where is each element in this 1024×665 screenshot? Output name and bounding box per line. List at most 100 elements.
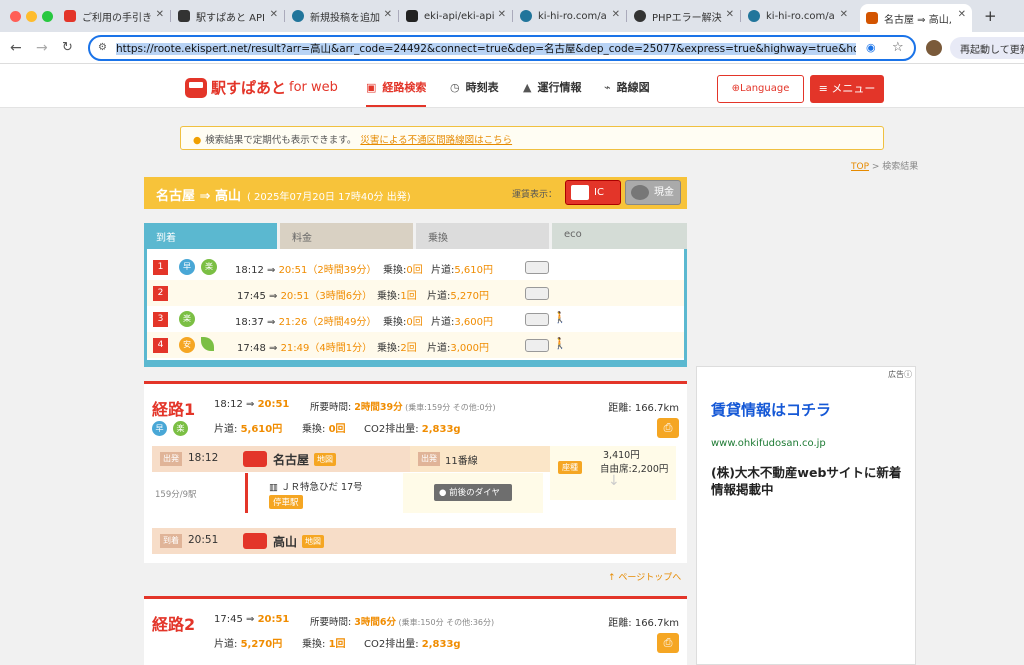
departure-station-row: 出発 18:12 名古屋 地図 出発 11番線 3,410円 座種 自由席:2,2…: [152, 446, 676, 500]
browser-tab[interactable]: 駅すぱあと API ✕: [172, 4, 284, 28]
tab-fare[interactable]: 料金: [280, 223, 413, 249]
transfer-label: 乗換:: [383, 265, 407, 276]
nearby-schedule-button[interactable]: ● 前後のダイヤ: [434, 484, 512, 501]
logo-text: 駅すぱあと: [211, 79, 287, 97]
nav-route-map[interactable]: ⌁ 路線図: [604, 79, 650, 95]
route-summary-row[interactable]: 2 17:45 ⇒ 20:51（3時間6分） 乗換:1回 片道:5,270円: [147, 280, 684, 306]
address-bar[interactable]: ⚙ https://roote.ekispert.net/result?arr=…: [88, 35, 916, 61]
page-top-link[interactable]: ↑ ページトップへ: [608, 570, 681, 583]
departure-time: 17:48 ⇒: [237, 343, 281, 354]
new-tab-button[interactable]: +: [978, 4, 1002, 28]
co2-label: CO2排出量:: [364, 639, 422, 650]
site-logo[interactable]: 駅すぱあと for web: [185, 77, 338, 98]
reload-icon[interactable]: ↻: [62, 40, 73, 55]
ad-title[interactable]: 賃貸情報はコチラ: [711, 399, 831, 420]
tab-eco[interactable]: eco: [552, 223, 687, 249]
nav-label: 運行情報: [537, 81, 582, 94]
map-button[interactable]: 地図: [314, 453, 336, 466]
minimize-window-button[interactable]: [26, 11, 37, 22]
transfer-label: 乗換:: [383, 317, 407, 328]
close-tab-icon[interactable]: ✕: [840, 9, 848, 20]
map-button[interactable]: 地図: [302, 535, 324, 548]
route-summary-row[interactable]: 3 楽 18:37 ⇒ 21:26（2時間49分） 乗換:0回 片道:3,600…: [147, 306, 684, 332]
relaunch-update-button[interactable]: 再起動して更新: [950, 37, 1024, 59]
duration: （3時間6分）: [309, 291, 373, 302]
info-icon[interactable]: ⓘ: [904, 370, 912, 379]
train-name: ＪＲ特急ひだ 17号: [281, 482, 363, 493]
cheap-badge: 安: [179, 337, 195, 353]
tab-arrival[interactable]: 到着: [144, 223, 277, 251]
nav-label: 路線図: [616, 81, 650, 94]
nav-timetable[interactable]: ◷ 時刻表: [450, 79, 499, 95]
route-summary-row[interactable]: 4 安 17:48 ⇒ 21:49（4時間1分） 乗換:2回 片道:3,000円…: [147, 332, 684, 358]
bus-logo-icon: [185, 77, 207, 98]
easy-badge: 楽: [201, 259, 217, 275]
departure-time: 17:45 ⇒: [237, 291, 281, 302]
disaster-map-link[interactable]: 災害による不通区間路線図はこちら: [360, 135, 512, 146]
browser-tab[interactable]: PHPエラー解決 ✕: [628, 4, 740, 28]
ad-body: (株)大木不動産webサイトに新着情報掲載中: [711, 465, 902, 497]
globe-icon: ⊕: [731, 83, 741, 94]
nav-label: 時刻表: [465, 81, 499, 94]
browser-tab[interactable]: ki-hi-ro.com/a ✕: [514, 4, 626, 28]
walk-icon: 🚶: [553, 311, 567, 324]
close-tab-icon[interactable]: ✕: [498, 9, 506, 20]
arrival-station-link[interactable]: 高山: [273, 533, 297, 550]
menu-label: メニュー: [831, 82, 876, 95]
fare-value: 3,000円: [450, 343, 490, 354]
print-icon[interactable]: ⎙: [657, 418, 679, 438]
menu-button[interactable]: ≡ メニュー: [810, 75, 884, 103]
language-button[interactable]: ⊕Language: [717, 75, 804, 103]
bookmark-star-icon[interactable]: ☆: [892, 40, 904, 55]
station-icon: [243, 533, 267, 549]
browser-tab[interactable]: 新規投稿を追加 ✕: [286, 4, 398, 28]
browser-tab[interactable]: eki-api/eki-api ✕: [400, 4, 512, 28]
browser-tab[interactable]: ki-hi-ro.com/a ✕: [742, 4, 854, 28]
departure-time: 18:12: [188, 452, 219, 464]
ad-url[interactable]: www.ohkifudosan.co.jp: [711, 438, 826, 449]
breadcrumb-top-link[interactable]: TOP: [851, 162, 869, 172]
ad-banner[interactable]: 広告ⓘ 賃貸情報はコチラ www.ohkifudosan.co.jp (株)大木…: [696, 366, 916, 665]
close-window-button[interactable]: [10, 11, 21, 22]
close-tab-icon[interactable]: ✕: [270, 9, 278, 20]
close-tab-icon[interactable]: ✕: [726, 9, 734, 20]
browser-tab[interactable]: ご利用の手引き ✕: [58, 4, 170, 28]
seat-label: 座種: [562, 463, 578, 472]
back-arrow-icon[interactable]: ←: [10, 40, 22, 56]
arrival-time: 21:26: [278, 317, 308, 328]
co2-label: CO2排出量:: [364, 424, 422, 435]
stops-button[interactable]: 停車駅: [269, 495, 303, 509]
print-icon[interactable]: ⎙: [657, 633, 679, 653]
nav-route-search[interactable]: ▣ 経路検索: [366, 79, 427, 107]
route-summary-row[interactable]: 1 早 楽 18:12 ⇒ 20:51（2時間39分） 乗換:0回 片道:5,6…: [147, 254, 684, 280]
tab-transfer[interactable]: 乗換: [416, 223, 549, 249]
zoom-window-button[interactable]: [42, 11, 53, 22]
tab-title: ki-hi-ro.com/a: [766, 10, 835, 22]
profile-avatar[interactable]: [926, 40, 942, 56]
transfer-count: 2回: [400, 343, 417, 354]
route-detail-title: 経路2: [152, 615, 196, 634]
site-info-icon[interactable]: ⚙: [98, 42, 107, 53]
close-tab-icon[interactable]: ✕: [384, 9, 392, 20]
nav-service-info[interactable]: ▲ 運行情報: [523, 79, 581, 95]
departure-time: 18:37 ⇒: [235, 317, 279, 328]
fare-label: 片道:: [431, 265, 455, 276]
ic-fare-button[interactable]: IC: [565, 180, 621, 205]
url-text: https://roote.ekispert.net/result?arr=高山…: [116, 43, 856, 55]
warning-icon: ▲: [523, 80, 532, 94]
fare-value: 5,610円: [240, 424, 283, 435]
close-tab-icon[interactable]: ✕: [612, 9, 620, 20]
lens-icon[interactable]: ◉: [866, 41, 876, 54]
close-tab-icon[interactable]: ✕: [958, 9, 966, 20]
wordpress-icon: [520, 10, 532, 22]
page-top-label: ページトップへ: [618, 573, 682, 583]
fare-label: 片道:: [427, 291, 451, 302]
browser-tab-active[interactable]: 名古屋 ⇒ 高山, ✕: [860, 4, 972, 32]
close-tab-icon[interactable]: ✕: [156, 9, 164, 20]
departure-time: 18:12 ⇒: [235, 265, 279, 276]
tab-title: ご利用の手引き: [82, 12, 152, 24]
departure-station-link[interactable]: 名古屋: [273, 451, 309, 468]
forward-arrow-icon[interactable]: →: [36, 40, 48, 56]
cash-fare-button[interactable]: 現金: [625, 180, 681, 205]
bus-icon: [525, 339, 549, 352]
